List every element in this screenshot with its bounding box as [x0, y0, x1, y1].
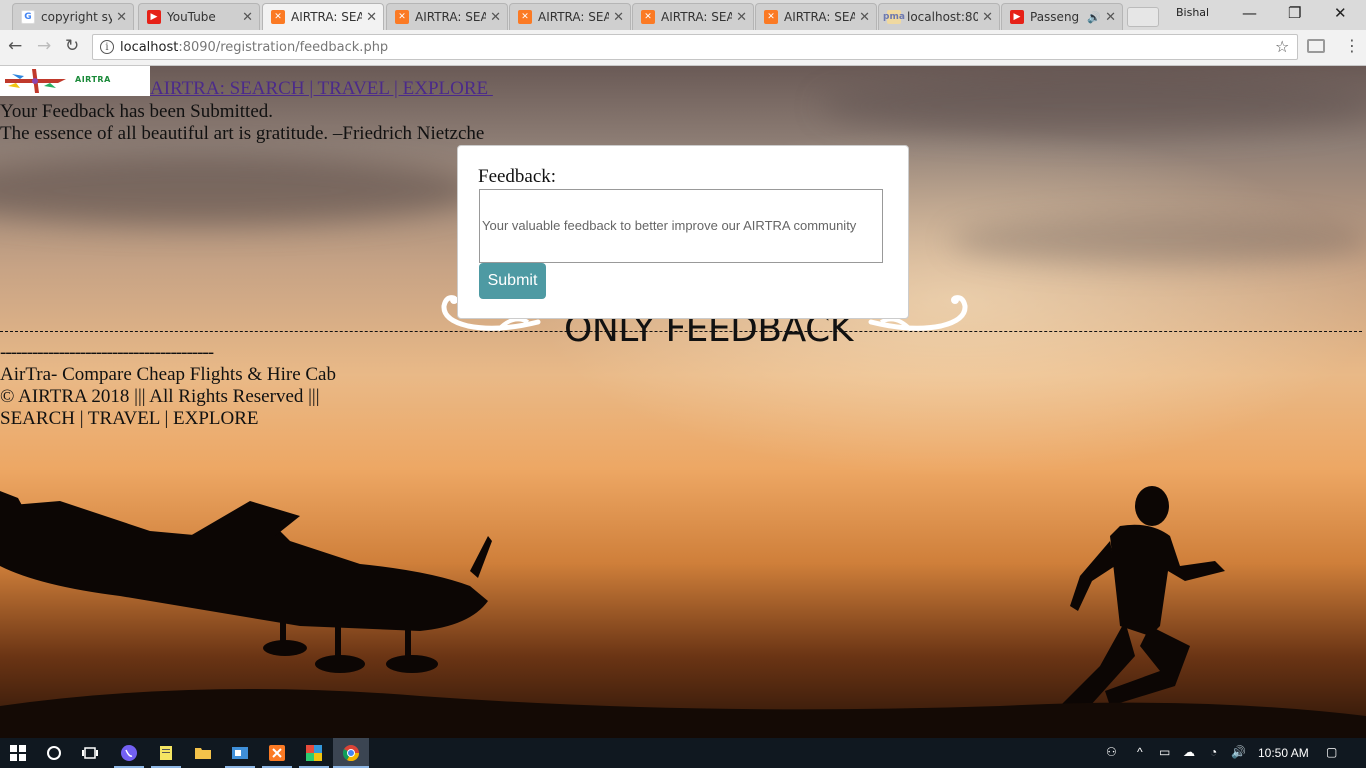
status-message: Your Feedback has been Submitted. — [0, 101, 274, 122]
short-dashed-divider: ---------------------------------------- — [0, 342, 214, 363]
tab-copyright[interactable]: G copyright sy ✕ — [12, 3, 134, 30]
xampp-icon: ✕ — [395, 10, 409, 24]
forward-arrow-icon[interactable]: → — [37, 36, 51, 56]
close-icon[interactable]: ✕ — [242, 10, 253, 25]
file-explorer-icon[interactable] — [195, 745, 211, 761]
close-icon[interactable]: ✕ — [116, 10, 127, 25]
site-logo[interactable]: AIRTRA — [0, 66, 150, 96]
close-icon[interactable]: ✕ — [613, 10, 624, 25]
tab-youtube[interactable]: ▶ YouTube ✕ — [138, 3, 260, 30]
tab-strip: G copyright sy ✕ ▶ YouTube ✕ ✕ AIRTRA: S… — [0, 0, 1366, 30]
back-arrow-icon[interactable]: ← — [8, 36, 22, 56]
tab-localhost[interactable]: pma localhost:80 ✕ — [878, 3, 1000, 30]
url-path: :8090/registration/feedback.php — [178, 39, 389, 55]
chevron-up-icon[interactable]: ^ — [1137, 745, 1143, 759]
xampp-icon[interactable] — [269, 745, 285, 761]
wifi-icon[interactable]: ◔ — [1210, 745, 1217, 759]
tab-title: AIRTRA: SEA — [661, 10, 733, 24]
feedback-label: Feedback: — [478, 166, 557, 187]
url-host: localhost — [120, 39, 179, 55]
battery-icon[interactable]: ▭ — [1159, 745, 1170, 759]
xampp-icon: ✕ — [764, 10, 778, 24]
reload-icon[interactable]: ↻ — [65, 36, 79, 56]
phpmyadmin-icon: pma — [883, 10, 905, 24]
tab-title: AIRTRA: SEA — [538, 10, 610, 24]
youtube-icon: ▶ — [1010, 10, 1024, 24]
windows-taskbar: ⚇ ^ ▭ ☁ ◔ 🔊 10:50 AM ▢ — [0, 738, 1366, 768]
airplane-logo-icon — [5, 69, 66, 93]
tab-airtra[interactable]: ✕ AIRTRA: SEA ✕ — [755, 3, 877, 30]
address-bar[interactable]: i localhost:8090/registration/feedback.p… — [92, 34, 1298, 60]
paint-icon[interactable] — [306, 745, 322, 761]
people-icon[interactable]: ⚇ — [1106, 745, 1117, 759]
tab-title: Passeng — [1030, 10, 1080, 24]
youtube-icon: ▶ — [147, 10, 161, 24]
xampp-icon: ✕ — [641, 10, 655, 24]
browser-toolbar: ← → ↻ i localhost:8090/registration/feed… — [0, 30, 1366, 66]
menu-icon[interactable]: ⋮ — [1344, 36, 1360, 55]
close-icon[interactable]: ✕ — [859, 10, 870, 25]
tab-title: AIRTRA: SEA — [291, 10, 363, 24]
outlook-icon[interactable] — [232, 745, 248, 761]
tab-airtra[interactable]: ✕ AIRTRA: SEA ✕ — [509, 3, 631, 30]
runner-silhouette — [1030, 486, 1225, 738]
feedback-textarea[interactable]: Your valuable feedback to better improve… — [479, 189, 883, 263]
google-icon: G — [21, 10, 35, 24]
volume-icon[interactable]: 🔊 — [1231, 745, 1246, 759]
new-tab-button[interactable] — [1127, 7, 1159, 27]
page-viewport: AIRTRA AIRTRA: SEARCH | TRAVEL | EXPLORE… — [0, 66, 1366, 738]
logo-text: AIRTRA — [75, 75, 111, 84]
windows-start-icon[interactable] — [10, 745, 26, 761]
tab-title: AIRTRA: SEA — [784, 10, 856, 24]
submit-button[interactable]: Submit — [479, 263, 546, 299]
close-icon[interactable]: ✕ — [1105, 10, 1116, 25]
bookmark-star-icon[interactable]: ☆ — [1275, 37, 1289, 56]
footer-tagline: AirTra- Compare Cheap Flights & Hire Cab — [0, 364, 336, 385]
notes-icon[interactable] — [158, 745, 174, 761]
cortana-icon[interactable] — [46, 745, 62, 761]
tab-airtra[interactable]: ✕ AIRTRA: SEA ✕ — [632, 3, 754, 30]
feedback-form: Feedback: Your valuable feedback to bett… — [457, 145, 909, 319]
minimize-icon[interactable]: — — [1242, 4, 1257, 22]
tab-title: copyright sy — [41, 10, 113, 24]
tab-airtra[interactable]: ✕ AIRTRA: SEA ✕ — [386, 3, 508, 30]
grass-silhouette — [0, 688, 1366, 738]
site-title-link[interactable]: AIRTRA: SEARCH | TRAVEL | EXPLORE — [150, 78, 493, 100]
notifications-icon[interactable]: ▢ — [1326, 745, 1337, 759]
tab-title: YouTube — [167, 10, 216, 24]
tab-passenger[interactable]: ▶ Passeng 🔊 ✕ — [1001, 3, 1123, 30]
airplane-silhouette — [0, 491, 492, 673]
footer-slogan: SEARCH | TRAVEL | EXPLORE — [0, 408, 259, 429]
window-close-icon[interactable]: ✕ — [1334, 4, 1347, 22]
restore-icon[interactable]: ❐ — [1288, 4, 1301, 22]
info-icon[interactable]: i — [100, 40, 114, 54]
audio-icon[interactable]: 🔊 — [1087, 11, 1101, 24]
feedback-placeholder: Your valuable feedback to better improve… — [482, 218, 857, 233]
profile-name[interactable]: Bishal — [1176, 6, 1209, 19]
close-icon[interactable]: ✕ — [490, 10, 501, 25]
tab-title: AIRTRA: SEA — [415, 10, 487, 24]
quote-text: The essence of all beautiful art is grat… — [0, 123, 485, 144]
footer-copyright: © AIRTRA 2018 ||| All Rights Reserved ||… — [0, 386, 320, 407]
close-icon[interactable]: ✕ — [982, 10, 993, 25]
extension-icon[interactable] — [1307, 39, 1325, 53]
tab-title: localhost:80 — [907, 10, 979, 24]
close-icon[interactable]: ✕ — [366, 10, 377, 25]
chrome-icon[interactable] — [343, 745, 359, 761]
close-icon[interactable]: ✕ — [736, 10, 747, 25]
clock[interactable]: 10:50 AM — [1258, 746, 1309, 760]
xampp-icon: ✕ — [518, 10, 532, 24]
tab-airtra-active[interactable]: ✕ AIRTRA: SEA ✕ — [262, 3, 384, 30]
onedrive-icon[interactable]: ☁ — [1183, 745, 1195, 759]
task-view-icon[interactable] — [82, 745, 98, 761]
viber-icon[interactable] — [121, 745, 137, 761]
xampp-icon: ✕ — [271, 10, 285, 24]
